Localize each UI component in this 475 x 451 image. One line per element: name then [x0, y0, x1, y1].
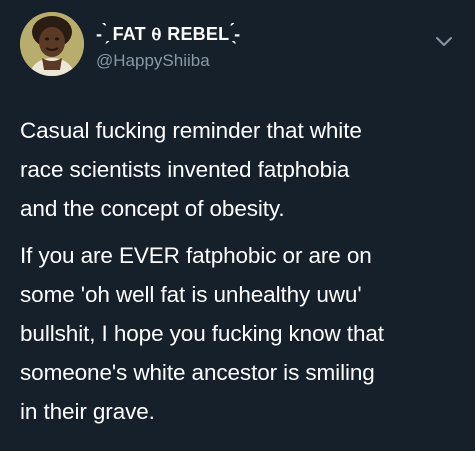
- tweet-paragraph: If you are EVER fatphobic or are on some…: [20, 236, 460, 431]
- display-name[interactable]: - ̗̀ FAT ⍬ REBEL ̖́-: [96, 24, 240, 45]
- avatar[interactable]: [20, 12, 84, 76]
- chevron-down-icon[interactable]: [435, 36, 453, 48]
- tweet-line: some 'oh well fat is unhealthy uwu': [20, 282, 362, 307]
- tweet-line: and the concept of obesity.: [20, 196, 285, 221]
- avatar-image: [20, 12, 84, 76]
- tweet-line: bullshit, I hope you fucking know that: [20, 321, 384, 346]
- tweet-paragraph: Casual fucking reminder that white race …: [20, 111, 460, 228]
- tweet-card: - ̗̀ FAT ⍬ REBEL ̖́- @HappyShiiba Casual…: [0, 0, 475, 451]
- tweet-text: Casual fucking reminder that white race …: [20, 111, 460, 431]
- tweet-line: If you are EVER fatphobic or are on: [20, 243, 372, 268]
- tweet-line: in their grave.: [20, 399, 155, 424]
- tweet-line: race scientists invented fatphobia: [20, 157, 350, 182]
- tweet-line: someone's white ancestor is smiling: [20, 360, 375, 385]
- username-handle[interactable]: @HappyShiiba: [96, 51, 210, 71]
- tweet-line: Casual fucking reminder that white: [20, 118, 362, 143]
